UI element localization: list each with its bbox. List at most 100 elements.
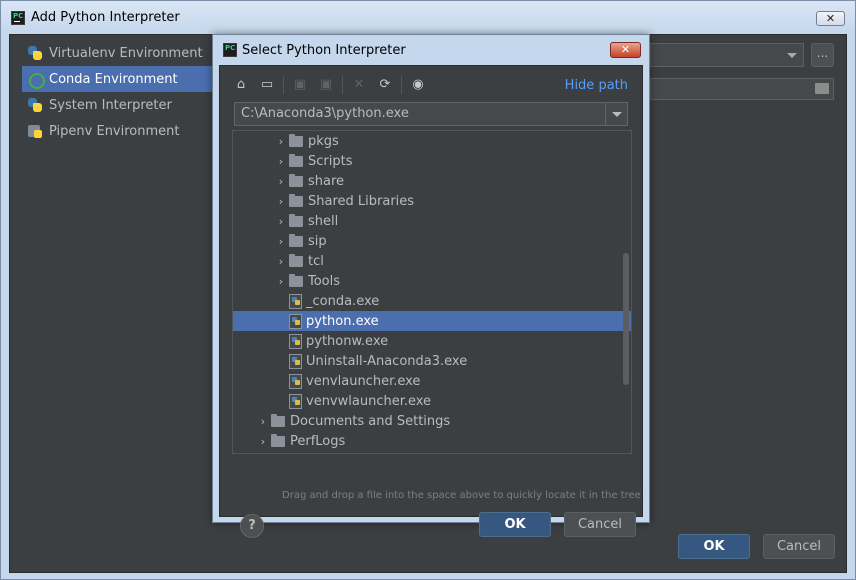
tree-row-label: pythonw.exe [306,333,389,349]
python-file-icon [289,333,302,349]
tree-row[interactable]: › share [233,171,631,191]
tree-row-label: Program Files [290,454,378,455]
tree-row-label: Tools [308,273,341,289]
delete-icon: ✕ [353,77,365,92]
tree-row[interactable]: python.exe [233,311,631,331]
window-close-button[interactable]: ✕ [816,11,845,26]
chevron-right-icon[interactable]: › [255,435,271,448]
help-button[interactable]: ? [240,514,264,538]
window-titlebar[interactable]: Add Python Interpreter ✕ [1,1,855,34]
folder-icon [289,173,303,187]
tree-row-label: Scripts [308,153,353,169]
tree-row[interactable]: venvlauncher.exe [233,371,631,391]
browse-more-button[interactable]: ... [811,43,834,67]
pycharm-icon [11,11,25,25]
file-tree[interactable]: ›Program Files›PerfLogs›Documents and Se… [232,130,632,454]
chevron-down-icon[interactable] [605,103,627,125]
python-file-icon [289,353,302,369]
chevron-right-icon[interactable]: › [273,275,289,288]
toolbar-separator [342,76,343,94]
tree-row-label: PerfLogs [290,433,346,449]
tree-row-label: shell [308,213,339,229]
toolbar-separator [283,76,284,94]
tree-row-label: venvlauncher.exe [306,373,421,389]
window-title: Add Python Interpreter [31,10,180,25]
folder-icon [289,133,303,147]
env-item-label: Virtualenv Environment [49,45,203,61]
tree-row[interactable]: › Documents and Settings [233,411,631,431]
show-hidden-icon[interactable]: ◉ [407,74,429,96]
file-chooser-toolbar: ⌂ ▭ ▣ ▣ ✕ ⟳ ◉ [230,72,433,98]
folder-icon [271,413,285,427]
env-item[interactable]: Conda Environment [22,66,214,92]
home-icon[interactable]: ⌂ [230,74,252,96]
tree-row-label: Documents and Settings [290,413,451,429]
chevron-right-icon[interactable]: › [273,155,289,168]
tree-row-label: _conda.exe [306,293,380,309]
environment-list: Virtualenv Environment Conda Environment S… [22,40,214,144]
cancel-button[interactable]: Cancel [763,534,835,559]
chevron-right-icon[interactable]: › [273,135,289,148]
dialog-titlebar[interactable]: Select Python Interpreter ✕ [213,35,649,65]
folder-icon [289,273,303,287]
tree-row-label: Shared Libraries [308,193,415,209]
tree-row[interactable]: › tcl [233,251,631,271]
env-item[interactable]: System Interpreter [22,92,214,118]
pycharm-icon [223,43,237,57]
chevron-right-icon[interactable]: › [273,195,289,208]
tree-row[interactable]: pythonw.exe [233,331,631,351]
dialog-cancel-button[interactable]: Cancel [564,512,636,537]
desktop-icon[interactable]: ▭ [256,74,278,96]
tree-row[interactable]: Uninstall-Anaconda3.exe [233,351,631,371]
tree-row[interactable]: › shell [233,211,631,231]
select-interpreter-dialog: Select Python Interpreter ✕ ⌂▭ ▣ ▣ ✕ ⟳ ◉ Hide… [212,34,650,538]
tree-row[interactable]: › Scripts [233,151,631,171]
chevron-right-icon[interactable]: › [255,415,271,428]
path-field[interactable]: C:\Anaconda3\python.exe [234,102,628,126]
dialog-body: ⌂ ▭ ▣ ▣ ✕ ⟳ ◉ Hide path C:\Anaconda3\python.ex… [219,65,643,538]
folder-icon[interactable] [815,83,829,94]
refresh-icon[interactable]: ⟳ [374,74,396,96]
tree-row-label: sip [308,233,327,249]
python-icon [27,97,43,113]
tree-row[interactable]: › Shared Libraries [233,191,631,211]
hide-path-link[interactable]: Hide path [565,78,628,93]
folder-icon [271,433,285,447]
chevron-right-icon[interactable]: › [273,175,289,188]
project-folder-icon: ▣ [293,77,307,92]
env-item-label: Conda Environment [49,71,178,87]
path-value: C:\Anaconda3\python.exe [241,106,409,121]
folder-icon [289,193,303,207]
tree-row[interactable]: › Tools [233,271,631,291]
tree-row[interactable]: venvwlauncher.exe [233,391,631,411]
dialog-close-button[interactable]: ✕ [610,42,641,58]
ok-button[interactable]: OK [678,534,750,559]
folder-icon [289,153,303,167]
folder-icon [289,233,303,247]
tree-row[interactable]: › sip [233,231,631,251]
tree-row[interactable]: › pkgs [233,131,631,151]
python-icon [27,45,43,61]
dialog-ok-button[interactable]: OK [479,512,551,537]
chevron-right-icon[interactable]: › [273,255,289,268]
env-item[interactable]: Virtualenv Environment [22,40,214,66]
tree-scrollbar[interactable] [623,253,629,385]
tree-row-label: venvwlauncher.exe [306,393,432,409]
tree-row-label: tcl [308,253,324,269]
tree-row[interactable]: _conda.exe [233,291,631,311]
tree-row[interactable]: › PerfLogs [233,431,631,451]
env-item[interactable]: Pipenv Environment [22,118,214,144]
chevron-right-icon[interactable]: › [273,215,289,228]
env-item-label: System Interpreter [49,97,172,113]
tree-row[interactable]: ›Program Files [233,451,631,455]
interpreter-combo[interactable] [650,43,804,67]
drag-drop-hint: Drag and drop a file into the space abov… [282,490,641,501]
folder-icon [289,213,303,227]
conda-executable-field[interactable] [650,78,834,100]
conda-icon [27,71,45,89]
chevron-right-icon[interactable]: › [273,235,289,248]
python-file-icon [289,313,302,329]
dialog-title: Select Python Interpreter [242,43,406,58]
python-file-icon [289,373,302,389]
tree-row-label: share [308,173,345,189]
